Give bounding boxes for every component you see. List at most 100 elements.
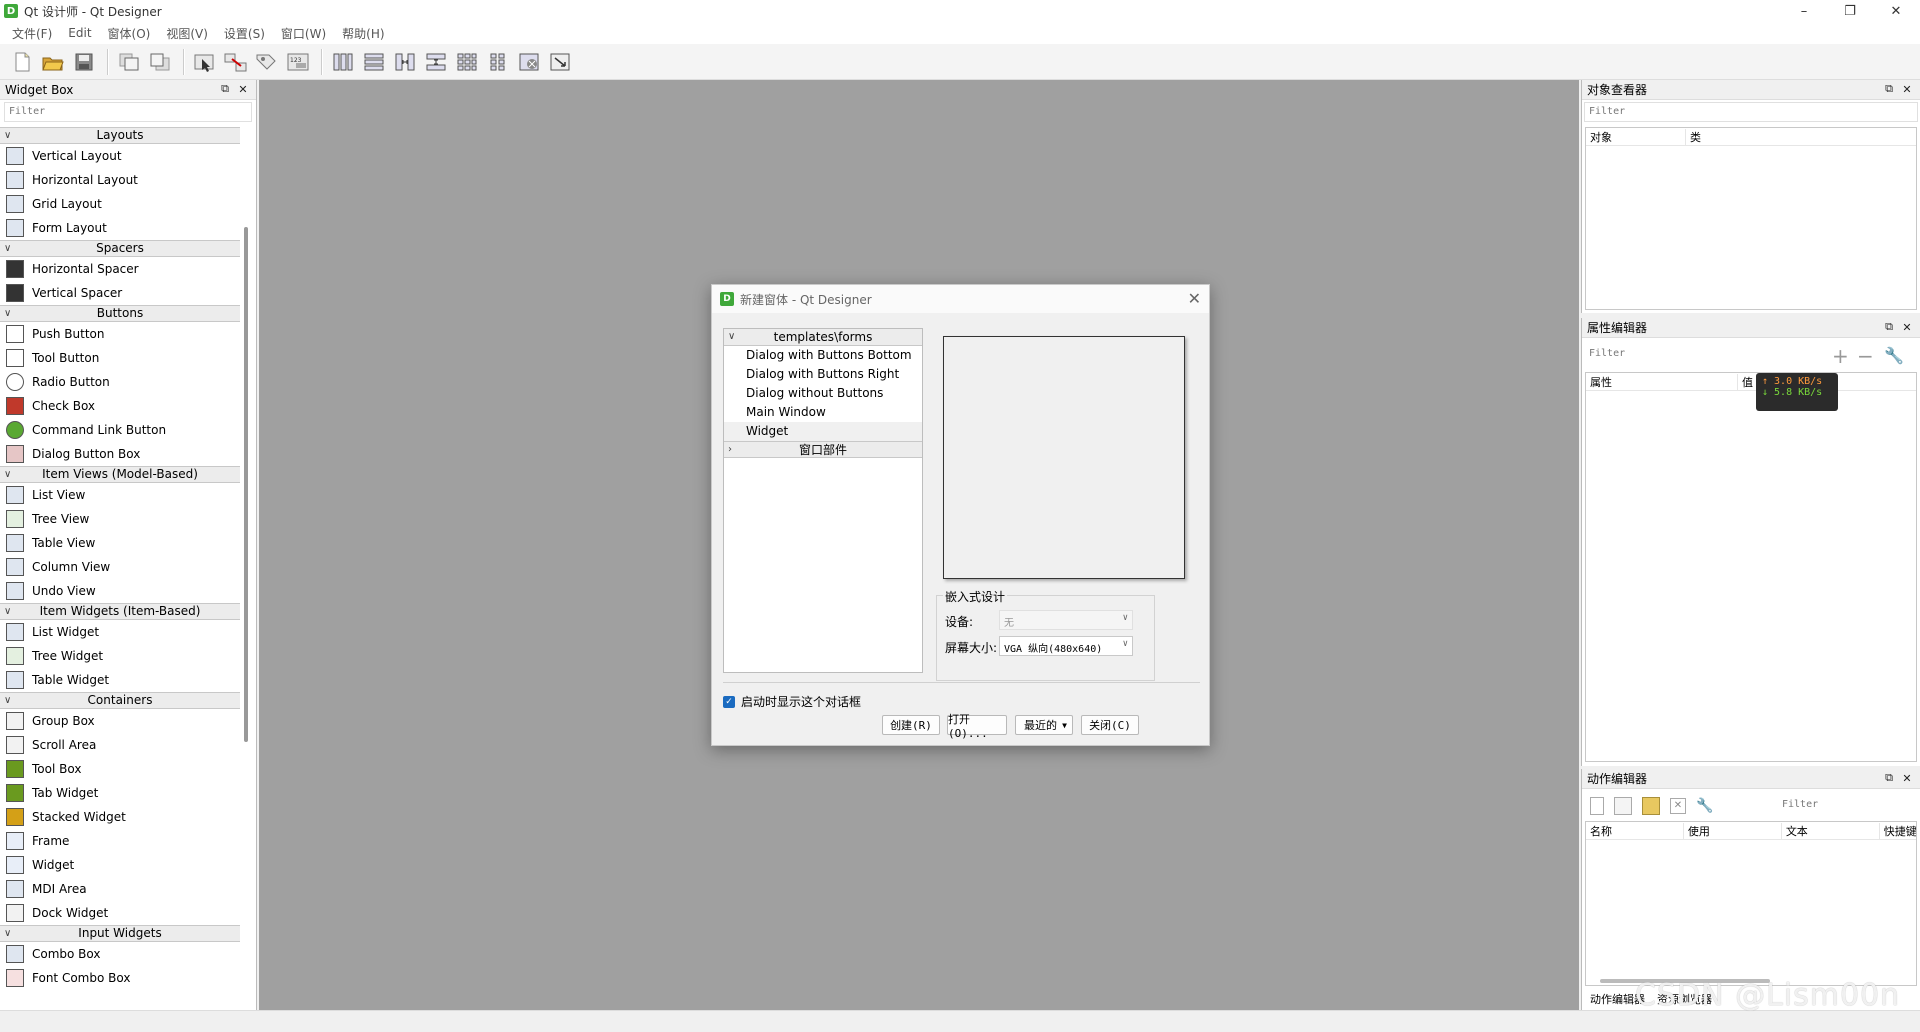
bring-front-icon[interactable] [115,48,143,76]
close-dock-icon[interactable]: ✕ [1900,771,1914,785]
edit-buddies-icon[interactable] [253,48,281,76]
widget-item[interactable]: Push Button [0,322,240,346]
template-item-selected[interactable]: Widget [724,422,922,441]
edit-signals-icon[interactable] [222,48,250,76]
menu-view[interactable]: 视图(V) [158,25,216,42]
layout-form-icon[interactable] [484,48,512,76]
template-item[interactable]: Dialog with Buttons Bottom [724,346,922,365]
paste-action-icon[interactable] [1642,797,1660,815]
widget-item[interactable]: Combo Box [0,942,240,966]
category-containers[interactable]: ∨ Containers [0,692,240,709]
configure-wrench-icon[interactable]: 🔧 [1696,798,1713,814]
float-dock-icon[interactable]: ⧉ [1882,320,1896,334]
layout-grid-icon[interactable] [453,48,481,76]
add-property-icon[interactable]: + [1832,344,1849,368]
float-dock-icon[interactable]: ⧉ [1882,82,1896,96]
delete-action-icon[interactable]: ✕ [1670,798,1686,814]
close-dock-icon[interactable]: ✕ [236,82,250,96]
widget-item[interactable]: List Widget [0,620,240,644]
category-buttons[interactable]: ∨ Buttons [0,305,240,322]
widget-item[interactable]: Tree Widget [0,644,240,668]
widget-item[interactable]: Widget [0,853,240,877]
menu-file[interactable]: 文件(F) [4,25,60,42]
object-tree[interactable]: 对象 类 [1585,127,1917,310]
new-action-icon[interactable] [1590,797,1604,815]
close-dock-icon[interactable]: ✕ [1900,320,1914,334]
widget-item[interactable]: Column View [0,555,240,579]
close-button[interactable]: 关闭(C) [1081,715,1139,735]
category-input-widgets[interactable]: ∨ Input Widgets [0,925,240,942]
widget-item[interactable]: Vertical Spacer [0,281,240,305]
widget-item[interactable]: Form Layout [0,216,240,240]
template-item[interactable]: Dialog without Buttons [724,384,922,403]
send-back-icon[interactable] [146,48,174,76]
float-dock-icon[interactable]: ⧉ [218,82,232,96]
maximize-button[interactable]: ❐ [1827,0,1873,22]
widget-item[interactable]: Horizontal Spacer [0,257,240,281]
create-button[interactable]: 创建(R) [882,715,940,735]
category-spacers[interactable]: ∨ Spacers [0,240,240,257]
widget-item[interactable]: Dialog Button Box [0,442,240,466]
remove-property-icon[interactable]: − [1857,344,1874,368]
template-item[interactable]: Main Window [724,403,922,422]
widget-item[interactable]: Horizontal Layout [0,168,240,192]
action-filter-input[interactable]: Filter [1782,799,1818,810]
screen-size-combo[interactable]: VGA 纵向(480x640) ∨ [999,636,1133,656]
break-layout-icon[interactable] [515,48,543,76]
edit-tab-order-icon[interactable]: 123 [284,48,312,76]
menu-edit[interactable]: Edit [60,26,99,40]
tree-category-widgets[interactable]: › 窗口部件 [724,441,922,458]
widget-item[interactable]: Group Box [0,709,240,733]
show-on-startup-checkbox[interactable]: ✓ 启动时显示这个对话框 [723,693,861,710]
widget-item[interactable]: Command Link Button [0,418,240,442]
category-item-views[interactable]: ∨ Item Views (Model-Based) [0,466,240,483]
recent-button[interactable]: 最近的 ▼ [1015,715,1073,735]
widget-item[interactable]: Tree View [0,507,240,531]
widget-item[interactable]: Stacked Widget [0,805,240,829]
widget-item[interactable]: Dock Widget [0,901,240,925]
copy-action-icon[interactable] [1614,797,1632,815]
layout-hsplitter-icon[interactable] [391,48,419,76]
property-table[interactable]: 属性 值 [1585,372,1917,762]
widget-box-scrollbar[interactable] [244,227,248,742]
template-tree[interactable]: ∨ templates\forms Dialog with Buttons Bot… [723,328,923,673]
category-item-widgets[interactable]: ∨ Item Widgets (Item-Based) [0,603,240,620]
layout-vertical-icon[interactable] [360,48,388,76]
widget-item[interactable]: Table View [0,531,240,555]
minimize-button[interactable]: – [1781,0,1827,22]
widget-item[interactable]: Grid Layout [0,192,240,216]
float-dock-icon[interactable]: ⧉ [1882,771,1896,785]
widget-item[interactable]: Font Combo Box [0,966,240,990]
object-inspector-filter-input[interactable]: Filter [1584,102,1918,122]
close-dock-icon[interactable]: ✕ [1900,82,1914,96]
layout-vsplitter-icon[interactable] [422,48,450,76]
widget-item[interactable]: Check Box [0,394,240,418]
widget-item[interactable]: Tool Box [0,757,240,781]
widget-item[interactable]: Frame [0,829,240,853]
tree-category-templates[interactable]: ∨ templates\forms [724,329,922,346]
action-table[interactable]: 名称 使用 文本 快捷键 [1585,821,1917,986]
open-button[interactable]: 打开(O)... [947,713,1007,740]
widget-box-filter-input[interactable]: Filter [4,102,252,122]
widget-item[interactable]: List View [0,483,240,507]
new-file-icon[interactable] [8,48,36,76]
widget-item[interactable]: Vertical Layout [0,144,240,168]
widget-item[interactable]: Radio Button [0,370,240,394]
menu-settings[interactable]: 设置(S) [216,25,273,42]
widget-item[interactable]: Table Widget [0,668,240,692]
category-layouts[interactable]: ∨ Layouts [0,127,240,144]
widget-item[interactable]: Scroll Area [0,733,240,757]
dialog-close-icon[interactable]: ✕ [1188,289,1201,308]
template-item[interactable]: Dialog with Buttons Right [724,365,922,384]
edit-widgets-icon[interactable] [191,48,219,76]
menu-window[interactable]: 窗口(W) [273,25,334,42]
menu-form[interactable]: 窗体(O) [100,25,159,42]
widget-item[interactable]: MDI Area [0,877,240,901]
property-filter-input[interactable]: Filter [1585,344,1825,364]
adjust-size-icon[interactable] [546,48,574,76]
widget-item[interactable]: Tab Widget [0,781,240,805]
widget-item[interactable]: Tool Button [0,346,240,370]
close-window-button[interactable]: ✕ [1873,0,1919,22]
widget-item[interactable]: Undo View [0,579,240,603]
menu-help[interactable]: 帮助(H) [334,25,392,42]
